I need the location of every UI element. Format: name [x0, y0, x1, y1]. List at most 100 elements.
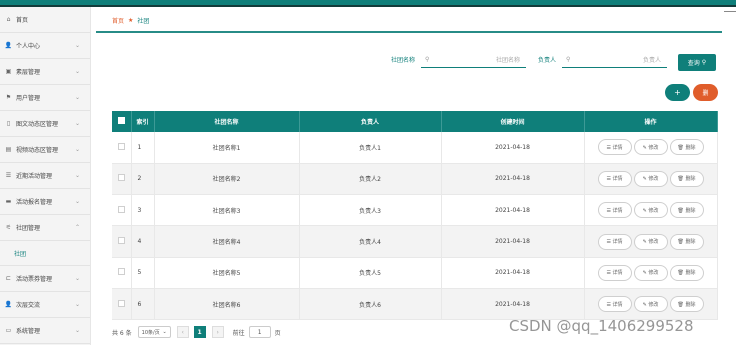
- sidebar: ⌂ 首页 👤 个人中心 ⌄ ▣ 素层管理 ⌄ ⚑ 用户管理 ⌄ ▯ 图文动态区管…: [0, 7, 91, 345]
- table-row: 2 社团名称2 负责人2 2021-04-18 ☰ 详情 ✎ 修改 🗑 删除: [112, 163, 718, 196]
- row-index: 1: [131, 132, 155, 164]
- row-club-name: 社团名称4: [154, 225, 300, 258]
- detail-button[interactable]: ☰ 详情: [597, 264, 632, 281]
- sidebar-item-video-posts[interactable]: ▤ 视频动态区管理 ⌄: [0, 137, 90, 163]
- delete-button[interactable]: 🗑 删除: [669, 233, 704, 250]
- sidebar-subitem-club[interactable]: 社团: [0, 241, 90, 266]
- row-select-cell: [112, 288, 132, 321]
- query-button[interactable]: 查询 ⚲: [678, 54, 716, 71]
- edit-button[interactable]: ✎ 修改: [633, 264, 668, 281]
- detail-button[interactable]: ☰ 详情: [597, 233, 632, 250]
- row-date: 2021-04-18: [441, 194, 585, 227]
- row-select-cell: [112, 225, 132, 258]
- sidebar-item-product[interactable]: ▣ 素层管理 ⌄: [0, 59, 90, 85]
- edit-button[interactable]: ✎ 修改: [633, 296, 668, 313]
- delete-button[interactable]: 🗑 删除: [669, 139, 704, 156]
- row-index: 2: [131, 163, 155, 196]
- chevron-down-icon: ⌄: [74, 94, 80, 101]
- detail-button[interactable]: ☰ 详情: [597, 202, 632, 219]
- page-size-select[interactable]: 10条/页 ⌄: [137, 326, 171, 338]
- sidebar-item-label: 活动票券管理: [16, 276, 53, 283]
- sidebar-item-users[interactable]: ⚑ 用户管理 ⌄: [0, 85, 90, 111]
- table-row: 5 社团名称5 负责人5 2021-04-18 ☰ 详情 ✎ 修改 🗑 删除: [112, 257, 718, 289]
- chat-icon: ▬: [5, 198, 12, 205]
- sidebar-item-clubs[interactable]: ⚟ 社团管理 ⌃: [0, 215, 90, 241]
- select-all-checkbox[interactable]: [117, 117, 125, 124]
- row-club-name: 社团名称3: [154, 194, 300, 227]
- row-select-cell: [112, 194, 132, 227]
- row-checkbox[interactable]: [117, 299, 125, 307]
- sidebar-item-personal[interactable]: 👤 个人中心 ⌄: [0, 33, 90, 59]
- row-owner: 负责人3: [299, 194, 442, 227]
- main-content: 首页 ★ 社团 社团名称 ⚲ 社团名称 负责人 ⚲ 负责人 查询 ⚲ + 删 索…: [96, 7, 722, 345]
- select-all-cell: [112, 111, 132, 132]
- row-checkbox[interactable]: [117, 142, 125, 150]
- row-checkbox[interactable]: [117, 205, 125, 213]
- row-club-name: 社团名称5: [154, 257, 300, 289]
- row-actions: ☰ 详情 ✎ 修改 🗑 删除: [584, 288, 718, 321]
- next-page-button[interactable]: ›: [211, 326, 224, 338]
- row-club-name: 社团名称2: [154, 163, 300, 196]
- chevron-down-icon: ⌄: [74, 68, 80, 75]
- search-owner: 负责人 ⚲ 负责人: [538, 51, 668, 68]
- column-header: 操作: [584, 111, 718, 132]
- sidebar-item-label: 系统管理: [16, 328, 41, 335]
- edit-button[interactable]: ✎ 修改: [633, 170, 668, 187]
- flag-icon: ⚑: [5, 94, 12, 101]
- edit-button[interactable]: ✎ 修改: [633, 139, 668, 156]
- row-checkbox[interactable]: [117, 174, 125, 182]
- pagination: 共 6 条 10条/页 ⌄ ‹ 1 › 前往 1 页: [112, 326, 281, 338]
- row-owner: 负责人2: [299, 163, 442, 196]
- sidebar-item-recent-events[interactable]: ☰ 近期活动管理 ⌄: [0, 163, 90, 189]
- chevron-down-icon: ⌄: [74, 198, 80, 205]
- row-checkbox[interactable]: [117, 237, 125, 245]
- sidebar-item-event-signup[interactable]: ▬ 活动报名管理 ⌄: [0, 189, 90, 215]
- sidebar-item-image-posts[interactable]: ▯ 图文动态区管理 ⌄: [0, 111, 90, 137]
- owner-input[interactable]: ⚲ 负责人: [562, 51, 668, 68]
- breadcrumb-divider: [96, 31, 722, 33]
- detail-button[interactable]: ☰ 详情: [597, 139, 632, 156]
- row-checkbox[interactable]: [117, 268, 125, 276]
- edit-button[interactable]: ✎ 修改: [633, 233, 668, 250]
- delete-button[interactable]: 🗑 删除: [669, 264, 704, 281]
- row-index: 3: [131, 194, 155, 227]
- row-actions: ☰ 详情 ✎ 修改 🗑 删除: [584, 132, 718, 164]
- breadcrumb-home[interactable]: 首页: [112, 16, 124, 25]
- batch-delete-button[interactable]: 删: [693, 84, 718, 101]
- home-icon: ⌂: [6, 16, 11, 23]
- sidebar-item-label: 用户管理: [16, 95, 41, 102]
- row-select-cell: [112, 163, 132, 196]
- table-row: 3 社团名称3 负责人3 2021-04-18 ☰ 详情 ✎ 修改 🗑 删除: [112, 194, 718, 227]
- table-row: 6 社团名称6 负责人6 2021-04-18 ☰ 详情 ✎ 修改 🗑 删除: [112, 288, 718, 321]
- delete-button[interactable]: 🗑 删除: [669, 202, 704, 219]
- search-icon: ⚲: [566, 55, 571, 63]
- detail-button[interactable]: ☰ 详情: [597, 170, 632, 187]
- page-size-value: 10条/页: [141, 329, 160, 336]
- sidebar-item-tickets[interactable]: ⊏ 活动票券管理 ⌄: [0, 266, 90, 292]
- video-icon: ▤: [5, 146, 12, 153]
- page-suffix: 页: [274, 329, 281, 337]
- row-select-cell: [112, 132, 132, 164]
- sidebar-item-home[interactable]: ⌂ 首页: [0, 7, 90, 33]
- goto-page-input[interactable]: 1: [248, 326, 271, 338]
- page-number-current[interactable]: 1: [193, 326, 206, 338]
- sidebar-item-system[interactable]: ▭ 系统管理 ⌄: [0, 318, 90, 344]
- sidebar-item-exchange[interactable]: 👤 次层交流 ⌄: [0, 292, 90, 318]
- list-icon: ☰: [5, 172, 12, 179]
- owner-label: 负责人: [538, 57, 557, 64]
- column-header: 索引: [131, 111, 155, 132]
- delete-button[interactable]: 🗑 删除: [669, 170, 704, 187]
- edit-button[interactable]: ✎ 修改: [633, 202, 668, 219]
- window-minimize-mark: [724, 11, 736, 12]
- row-date: 2021-04-18: [441, 132, 585, 164]
- column-header: 负责人: [299, 111, 442, 132]
- row-owner: 负责人6: [299, 288, 442, 321]
- detail-button[interactable]: ☰ 详情: [597, 296, 632, 313]
- chevron-down-icon: ⌄: [74, 146, 80, 153]
- club-name-input[interactable]: ⚲ 社团名称: [421, 51, 527, 68]
- row-index: 5: [131, 257, 155, 289]
- prev-page-button[interactable]: ‹: [176, 326, 189, 338]
- delete-button[interactable]: 🗑 删除: [669, 296, 704, 313]
- add-button[interactable]: +: [665, 84, 690, 101]
- row-date: 2021-04-18: [441, 257, 585, 289]
